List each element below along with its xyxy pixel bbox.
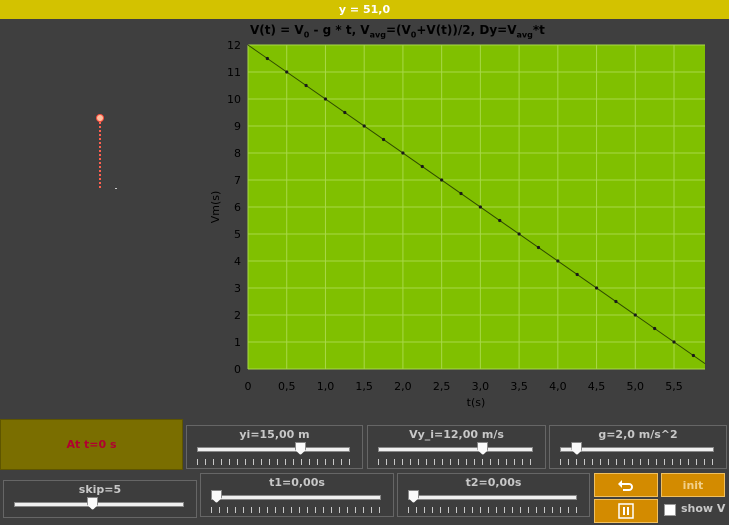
x-tick-label: 4,5: [588, 380, 606, 393]
init-button[interactable]: init: [661, 473, 725, 497]
data-point: [362, 124, 366, 128]
t2-slider-label: t2=0,00s: [465, 476, 522, 489]
x-tick-label: 2,5: [433, 380, 451, 393]
t1-slider-ticks: [211, 507, 381, 513]
data-point: [498, 218, 502, 223]
data-point: [304, 83, 308, 88]
vyi-slider-ticks: [378, 459, 533, 465]
x-tick-label: 3,5: [510, 380, 528, 393]
x-tick-label: 5,0: [627, 380, 645, 393]
x-tick-label: 0,5: [278, 380, 296, 393]
data-point: [672, 340, 676, 344]
skip-slider-label: skip=5: [78, 483, 122, 496]
data-point: [440, 178, 444, 182]
vyi-slider-panel[interactable]: Vy_i=12,00 m/s: [367, 425, 546, 469]
skip-slider-thumb[interactable]: [87, 497, 99, 510]
velocity-time-chart: 01234567891011120 0,5 1,0 1,5 2,0 2,5 3,0 3,5 4,…: [209, 39, 706, 409]
x-tick-label: 5,5: [665, 380, 683, 393]
yi-slider-thumb[interactable]: [294, 442, 306, 455]
data-point: [614, 299, 618, 304]
vyi-slider-track[interactable]: [378, 447, 533, 452]
skip-slider-panel[interactable]: skip=5: [3, 480, 197, 518]
reset-button[interactable]: [594, 473, 658, 497]
y-tick-label: 6: [234, 201, 241, 214]
t1-slider-panel[interactable]: t1=0,00s: [200, 473, 394, 517]
data-point: [343, 110, 347, 115]
show-v-label: show V: [681, 502, 726, 515]
y-tick-label: 1: [234, 336, 241, 349]
y-axis-label: Vm(s): [209, 191, 222, 224]
y-tick-label: 7: [234, 174, 241, 187]
g-slider-panel[interactable]: g=2,0 m/s^2: [549, 425, 727, 469]
t1-slider-track[interactable]: [211, 495, 381, 500]
t1-slider-thumb[interactable]: [211, 490, 222, 503]
t2-slider-track[interactable]: [408, 495, 577, 500]
vyi-slider-thumb[interactable]: [477, 442, 489, 455]
data-point: [691, 353, 695, 358]
x-tick-label: 1,5: [355, 380, 373, 393]
y-tick-label: 3: [234, 282, 241, 295]
x-tick-label: 2,0: [394, 380, 412, 393]
data-point: [420, 164, 424, 169]
skip-slider-track[interactable]: [14, 502, 184, 507]
y-tick-label: 12: [227, 39, 241, 52]
y-tick-label: 0: [234, 363, 241, 376]
x-axis-label: t(s): [467, 396, 486, 409]
data-point: [575, 272, 579, 277]
data-point: [517, 232, 521, 236]
show-v-checkbox[interactable]: [664, 504, 676, 516]
undo-icon: [618, 480, 633, 491]
g-slider-label: g=2,0 m/s^2: [598, 428, 678, 441]
t1-slider-label: t1=0,00s: [269, 476, 325, 489]
x-tick-label: 0: [245, 380, 252, 393]
g-slider-track[interactable]: [560, 447, 714, 452]
pause-button[interactable]: [594, 499, 658, 523]
y-tick-label: 11: [227, 66, 241, 79]
data-point: [536, 245, 541, 250]
t2-slider-thumb[interactable]: [408, 490, 419, 503]
x-tick-label: 4,0: [549, 380, 567, 393]
data-point: [653, 326, 657, 331]
data-point: [401, 151, 405, 155]
y-tick-label: 9: [234, 120, 241, 133]
time-status-box: At t=0 s: [0, 419, 183, 470]
y-tick-label: 4: [234, 255, 241, 268]
yi-slider-panel[interactable]: yi=15,00 m: [186, 425, 363, 469]
y-tick-label: 2: [234, 309, 241, 322]
yi-slider-label: yi=15,00 m: [239, 428, 310, 441]
data-point: [381, 137, 386, 142]
yi-slider-ticks: [197, 459, 350, 465]
data-point: [556, 259, 560, 263]
pause-icon: [618, 503, 634, 519]
data-point: [633, 313, 637, 317]
g-slider-thumb[interactable]: [571, 442, 583, 455]
x-tick-label: 1,0: [317, 380, 335, 393]
t2-slider-ticks: [408, 507, 577, 513]
data-point: [265, 56, 269, 61]
y-tick-label: 5: [234, 228, 241, 241]
data-point: [285, 70, 289, 74]
data-point: [459, 191, 463, 196]
yi-slider-track[interactable]: [197, 447, 350, 452]
data-point: [323, 97, 328, 101]
vyi-slider-label: Vy_i=12,00 m/s: [409, 428, 504, 441]
y-tick-label: 8: [234, 147, 241, 160]
data-point: [594, 286, 599, 290]
data-point: [478, 205, 482, 209]
g-slider-ticks: [560, 459, 714, 465]
t2-slider-panel[interactable]: t2=0,00s: [397, 473, 590, 517]
y-tick-label: 10: [227, 93, 241, 106]
x-tick-label: 3,0: [472, 380, 490, 393]
